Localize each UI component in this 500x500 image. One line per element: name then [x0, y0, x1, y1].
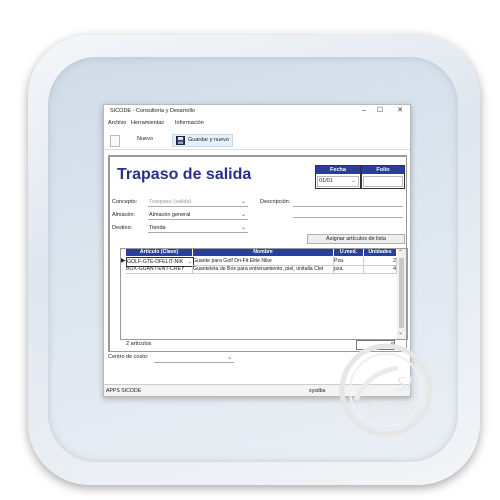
fecha-label: Fecha — [316, 166, 360, 174]
centro-costo-label: Centro de costo: — [108, 354, 149, 360]
folio-field[interactable] — [363, 176, 403, 187]
folio-label: Folio — [362, 166, 404, 174]
menu-archivo[interactable]: Archivo — [108, 120, 126, 126]
cell-unidades[interactable]: 4 — [364, 265, 397, 274]
form-panel: Trapaso de salida Fecha 01/01 ⌄ Folio Co… — [108, 155, 408, 352]
chevron-down-icon: ⌄ — [240, 199, 246, 205]
toolbar: Nuevo Guardar y nuevo — [104, 130, 410, 150]
descripcion-field[interactable] — [293, 198, 403, 207]
save-new-label: Guardar y nuevo — [188, 137, 229, 143]
almacen-label: Almacén: — [112, 212, 135, 218]
destino-value: Tienda — [149, 225, 166, 231]
scroll-up-icon[interactable]: ⌃ — [398, 249, 403, 256]
window-title: SICODE - Consultoría y Desarrollo — [110, 108, 195, 114]
new-document-icon — [110, 135, 120, 147]
scrollbar-thumb[interactable] — [399, 258, 404, 328]
watermark-line2: CODE — [366, 397, 420, 419]
menu-informacion[interactable]: Información — [175, 120, 204, 126]
title-bar: SICODE - Consultoría y Desarrollo – ☐ ✕ — [104, 105, 410, 117]
concepto-select[interactable]: Traspaso (salida) ⌄ — [148, 198, 248, 207]
chevron-down-icon: ⌄ — [226, 355, 232, 361]
almacen-select[interactable]: Almacén general ⌄ — [148, 211, 248, 220]
close-button[interactable]: ✕ — [392, 106, 408, 116]
cell-nombre[interactable]: Guanteleta de Box para entrenamiento, pi… — [193, 265, 334, 274]
chevron-down-icon: ⌄ — [351, 178, 356, 184]
floppy-disk-icon — [176, 136, 185, 145]
concepto-value: Traspaso (salida) — [149, 199, 192, 205]
descripcion-field-line2[interactable] — [293, 209, 403, 218]
articles-grid: Artículo (Clave) Nombre U.med. Unidades … — [120, 248, 408, 340]
scroll-down-icon[interactable]: ⌄ — [398, 329, 403, 336]
new-button[interactable]: Nuevo — [137, 134, 153, 145]
save-new-button[interactable]: Guardar y nuevo — [172, 134, 233, 147]
menu-bar: Archivo Herramientas Información — [104, 118, 410, 128]
column-header-clave[interactable]: Artículo (Clave) — [126, 249, 193, 256]
menu-herramientas[interactable]: Herramientas — [131, 120, 164, 126]
destino-label: Destino: — [112, 225, 133, 231]
chevron-down-icon: ⌄ — [240, 212, 246, 218]
page-title: Trapaso de salida — [117, 166, 252, 183]
grid-scrollbar[interactable]: ⌃ ⌄ — [397, 249, 406, 339]
descripcion-label: Descripción: — [260, 199, 291, 205]
status-user: sysdba — [309, 388, 326, 394]
folio-box: Folio — [361, 165, 405, 189]
cell-umed[interactable]: pza. — [334, 265, 364, 274]
assign-articles-button[interactable]: Asignar artículos de lista — [307, 234, 405, 244]
column-header-unidades[interactable]: Unidades — [364, 249, 397, 256]
status-app: APPS SICODE — [106, 388, 142, 394]
centro-costo-select[interactable]: ⌄ — [154, 354, 234, 363]
column-header-nombre[interactable]: Nombre — [193, 249, 334, 256]
table-row[interactable]: BOX-GUANT-ENT-CREY Guanteleta de Box par… — [121, 265, 407, 274]
article-count: 2 artículos — [126, 341, 152, 347]
column-header-umed[interactable]: U.med. — [334, 249, 364, 256]
watermark-line1: SI — [396, 373, 414, 395]
fecha-value: 01/01 — [319, 178, 333, 184]
concepto-label: Concepto: — [112, 199, 138, 205]
sicode-watermark-logo: SI CODE — [339, 343, 433, 437]
chevron-down-icon: ⌄ — [240, 225, 246, 231]
destino-select[interactable]: Tienda ⌄ — [148, 224, 248, 233]
maximize-button[interactable]: ☐ — [372, 106, 388, 116]
minimize-button[interactable]: – — [356, 106, 372, 116]
cell-clave[interactable]: BOX-GUANT-ENT-CREY — [126, 265, 193, 274]
almacen-value: Almacén general — [149, 212, 191, 218]
fecha-box: Fecha 01/01 ⌄ — [315, 165, 361, 189]
fecha-field[interactable]: 01/01 ⌄ — [317, 176, 359, 187]
table-row[interactable]: ▶ GOLF-GTE-DFELIT-NIK ⌄ Guante para Golf… — [121, 257, 407, 267]
